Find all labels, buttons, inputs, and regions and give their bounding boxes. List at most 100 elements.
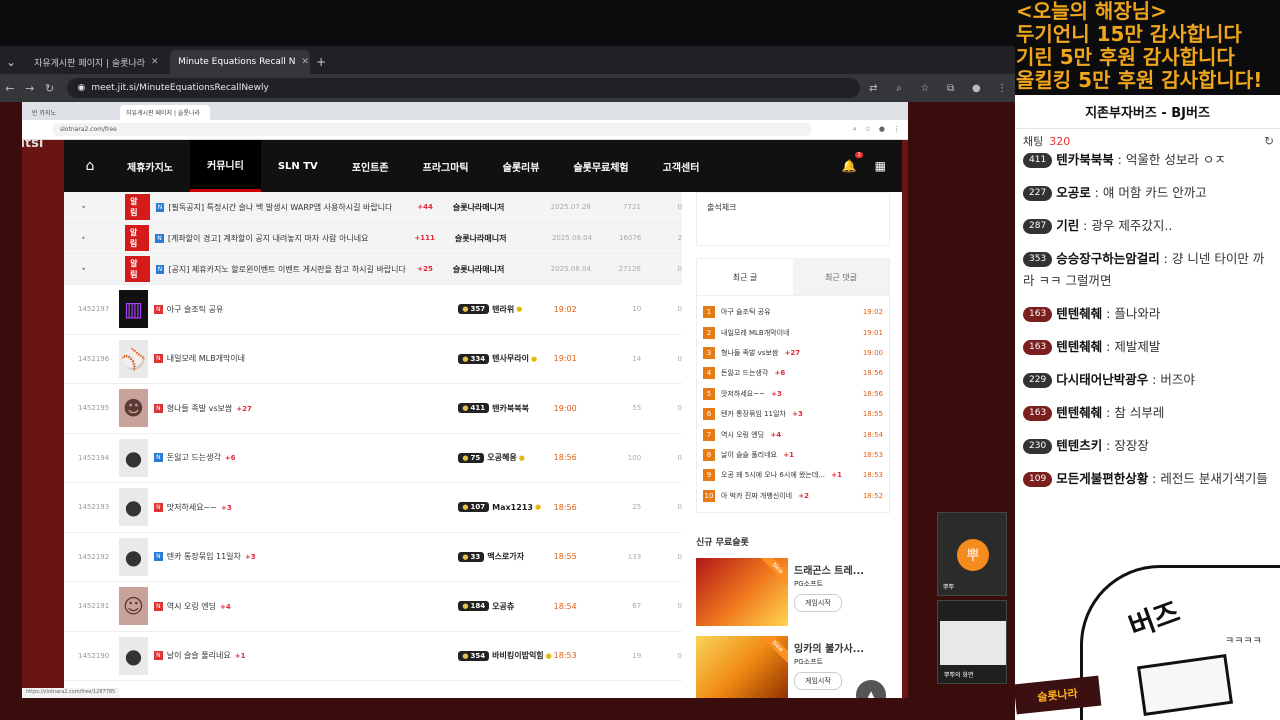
participant-tile[interactable]: 뿌 뿌뿌: [937, 512, 1007, 596]
reload-icon[interactable]: ↻: [40, 82, 60, 95]
list-item[interactable]: 3 형나들 족발 vs보쌈 +27 19:00: [703, 343, 883, 363]
menu-dots-icon[interactable]: ⋮: [893, 125, 900, 134]
inner-tab-casino[interactable]: 빈 카지노: [26, 105, 116, 120]
chat-nick[interactable]: 다시태어난박광우: [1056, 372, 1148, 387]
nav-sln-tv[interactable]: SLN TV: [261, 140, 335, 192]
post-title[interactable]: 맛저하세요~~ +3: [167, 502, 459, 513]
forward-icon[interactable]: →: [20, 82, 40, 95]
chat-nick[interactable]: 텐텐췌췌: [1056, 405, 1102, 420]
table-row[interactable]: 1452194 ● N 돈잃고 드는생각 +6 ● 75 오공혜응 ● 18:56 10…: [64, 434, 682, 483]
post-author[interactable]: ● 357 텐라위 ●: [458, 304, 553, 315]
table-row[interactable]: 1452196 ⚾ N 내일모레 MLB개막이네 ● 334 텐사무라이 ● 19:0…: [64, 335, 682, 384]
inner-tab-free-board[interactable]: 자유게시판 페이지 | 슬롯나라: [120, 105, 210, 120]
notice-row[interactable]: • 알림 N [계좌할이 경고] 계좌할이 공지 내려놓지 마자 사람 아니네요…: [64, 223, 682, 254]
nav-community[interactable]: 커뮤니티: [190, 140, 261, 192]
outer-tab-free-board[interactable]: 자유게시판 페이지 | 슬롯나라 ✕: [26, 50, 166, 74]
close-icon[interactable]: ✕: [151, 57, 159, 67]
grid-menu-icon[interactable]: ▦: [875, 159, 886, 173]
menu-dots-icon[interactable]: ⋮: [989, 83, 1015, 94]
start-game-button[interactable]: 게임시작: [794, 671, 842, 690]
translate-icon[interactable]: ⇄: [860, 83, 886, 94]
table-row[interactable]: 1452191 ☺ N 역시 오링 엔딩 +4 ● 184 오공츄 18:54 67 …: [64, 582, 682, 632]
table-row[interactable]: 1452197 ▥ N 아구 슬조틱 공유 ● 357 텐라위 ● 19:02 10 …: [64, 285, 682, 335]
new-tab-icon[interactable]: +: [310, 50, 332, 74]
notice-title[interactable]: [계좌할이 경고] 계좌할이 공지 내려놓지 마자 사람 아니네요: [168, 233, 411, 244]
default-avatar-icon[interactable]: ●: [118, 537, 148, 576]
post-author[interactable]: ● 354 바비킹이밥익힘 ●: [458, 650, 553, 661]
nav-pragmatic[interactable]: 프라그마틱: [406, 140, 486, 192]
post-author[interactable]: ● 411 텐카북북북: [458, 403, 553, 414]
post-thumbnail[interactable]: ▥: [118, 290, 148, 329]
chat-nick[interactable]: 텐카북북북: [1056, 152, 1114, 167]
chat-nick[interactable]: 텐텐췌췌: [1056, 306, 1102, 321]
notice-title[interactable]: [필독공지] 특정시간 슬나 백 발생시 WARP앱 사용하시길 바랍니다: [168, 202, 413, 213]
chat-nick[interactable]: 모든게불편한상황: [1056, 471, 1148, 486]
chat-nick[interactable]: 텐텐츠키: [1056, 438, 1102, 453]
inner-url-field[interactable]: slotnara2.com/free: [52, 123, 812, 136]
list-item[interactable]: 6 텐카 통장묶임 11일차 +3 18:55: [703, 404, 883, 424]
post-title[interactable]: 텐카 통장묶임 11일차 +3: [167, 551, 459, 562]
tab-recent-comments[interactable]: 최근 댓글: [793, 259, 889, 295]
post-author[interactable]: ● 107 Max1213 ●: [458, 502, 553, 513]
outer-url-field[interactable]: ◉ meet.jit.si/MinuteEquationsRecallNewly: [67, 78, 861, 98]
list-item[interactable]: 8 날이 슬슬 풀리네요 +1 18:53: [703, 445, 883, 465]
notice-row[interactable]: • 알림 N [필독공지] 특정시간 슬나 백 발생시 WARP앱 사용하시길 …: [64, 192, 682, 223]
default-avatar-icon[interactable]: ●: [118, 488, 148, 527]
post-title[interactable]: 내일모레 MLB개막이네: [167, 353, 459, 364]
list-item[interactable]: 10 아 벅카 진짜 개뱅신이네 +2 18:52: [703, 486, 883, 506]
tab-recent-posts[interactable]: 최근 글: [697, 259, 793, 295]
list-item[interactable]: 4 돈잃고 드는생각 +6 18:56: [703, 363, 883, 383]
profile-icon[interactable]: ●: [879, 125, 885, 134]
bookmark-star-icon[interactable]: ☆: [912, 83, 938, 94]
notice-row[interactable]: • 알림 N [공지] 제휴카지노 할로윈이벤트 이벤트 게시판을 참고 하시길…: [64, 254, 682, 285]
outer-tab-meeting[interactable]: Minute Equations Recall N ✕: [170, 50, 311, 74]
start-game-button[interactable]: 게임시작: [794, 593, 842, 612]
close-icon[interactable]: ✕: [302, 57, 310, 67]
zoom-icon[interactable]: ⌕: [853, 125, 857, 134]
post-title[interactable]: 날이 슬슬 풀리네요 +1: [167, 650, 459, 661]
bookmark-star-icon[interactable]: ☆: [865, 125, 871, 134]
table-row[interactable]: 1452192 ● N 텐카 통장묶임 11일차 +3 ● 33 맥스로가자 18:5…: [64, 533, 682, 582]
chat-nick[interactable]: 기린: [1056, 218, 1079, 233]
notice-author[interactable]: 슬롯나라매니저: [453, 264, 551, 275]
list-item[interactable]: 2 내일모레 MLB개막이네 19:01: [703, 322, 883, 342]
post-author[interactable]: ● 334 텐사무라이 ●: [458, 353, 553, 364]
post-title[interactable]: 역시 오링 엔딩 +4: [167, 601, 459, 612]
home-icon[interactable]: ⌂: [70, 158, 110, 174]
notice-author[interactable]: 슬롯나라매니저: [455, 233, 552, 244]
post-thumbnail[interactable]: ☺: [118, 587, 148, 626]
free-slot-card[interactable]: New 드래곤스 트레... PG소프트 게임시작: [696, 557, 890, 626]
refresh-icon[interactable]: ↻: [1264, 134, 1280, 148]
post-title[interactable]: 돈잃고 드는생각 +6: [167, 452, 459, 463]
nav-point-zone[interactable]: 포인트존: [335, 140, 406, 192]
profile-icon[interactable]: ●: [963, 83, 989, 94]
notice-title[interactable]: [공지] 제휴카지노 할로윈이벤트 이벤트 게시판을 참고 하시길 바랍니다: [168, 264, 413, 275]
post-title[interactable]: 아구 슬조틱 공유: [167, 304, 459, 315]
chat-nick[interactable]: 승승장구하는암걸리: [1056, 251, 1160, 266]
nav-partner-casino[interactable]: 제휴카지노: [110, 140, 190, 192]
chat-nick[interactable]: 텐텐췌췌: [1056, 339, 1102, 354]
post-title[interactable]: 형나들 족발 vs보쌈 +27: [167, 403, 459, 414]
table-row[interactable]: 1452195 ☻ N 형나들 족발 vs보쌈 +27 ● 411 텐카북북북 19:…: [64, 384, 682, 434]
list-item[interactable]: 5 맛저하세요~~ +3 18:56: [703, 384, 883, 404]
table-row[interactable]: 1452190 ● N 날이 슬슬 풀리네요 +1 ● 354 바비킹이밥익힘 ● 18…: [64, 632, 682, 681]
post-author[interactable]: ● 75 오공혜응 ●: [458, 452, 553, 463]
list-item[interactable]: 9 오공 왜 5시에 오나 6시에 왔는데... +1 18:53: [703, 465, 883, 485]
tab-search-icon[interactable]: ⌄: [0, 50, 22, 74]
extensions-icon[interactable]: ⧉: [938, 83, 964, 94]
slot-thumbnail[interactable]: New: [696, 557, 788, 626]
list-item[interactable]: 7 역시 오링 엔딩 +4 18:54: [703, 424, 883, 444]
nav-support[interactable]: 고객센터: [646, 140, 717, 192]
nav-slot-review[interactable]: 슬롯리뷰: [486, 140, 557, 192]
back-icon[interactable]: ←: [0, 82, 20, 95]
bell-icon[interactable]: 🔔 1: [842, 152, 863, 173]
nav-free-slot[interactable]: 슬롯무료체험: [556, 140, 645, 192]
list-item[interactable]: 1 아구 슬조틱 공유 19:02: [703, 302, 883, 322]
site-info-icon[interactable]: ◉: [77, 83, 85, 93]
chat-nick[interactable]: 오공로: [1056, 185, 1091, 200]
table-row[interactable]: 1452193 ● N 맛저하세요~~ +3 ● 107 Max1213 ● 18:56…: [64, 483, 682, 533]
post-author[interactable]: ● 184 오공츄: [458, 601, 553, 612]
zoom-icon[interactable]: ⌕: [886, 83, 912, 94]
post-thumbnail[interactable]: ⚾: [118, 339, 148, 378]
post-thumbnail[interactable]: ☻: [118, 389, 148, 428]
